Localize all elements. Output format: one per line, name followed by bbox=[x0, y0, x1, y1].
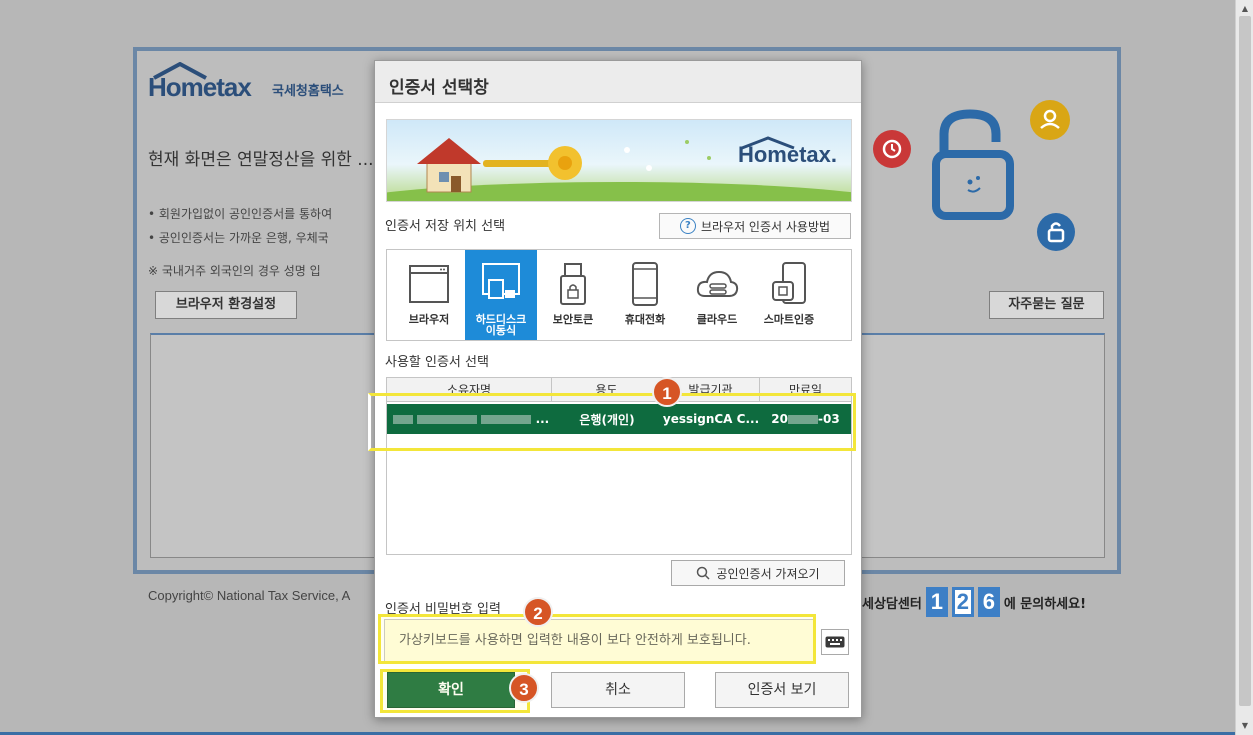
user-icon bbox=[1030, 100, 1070, 140]
storage-location-label: 인증서 저장 위치 선택 bbox=[385, 219, 506, 234]
contact-digit: 2 bbox=[951, 587, 974, 617]
cloud-icon bbox=[696, 270, 739, 297]
background-headline: 현재 화면은 연말정산을 위한 ... bbox=[148, 150, 374, 170]
view-certificate-button[interactable]: 인증서 보기 bbox=[715, 672, 849, 708]
magnifier-icon bbox=[697, 566, 710, 580]
import-certificate-button[interactable]: 공인인증서 가져오기 bbox=[671, 560, 845, 586]
smart-auth-icon bbox=[772, 262, 806, 304]
security-token-icon bbox=[560, 263, 586, 305]
contact-digit: 1 bbox=[925, 587, 948, 617]
storage-option-cloud[interactable]: 클라우드 bbox=[681, 250, 753, 340]
dialog-title: 인증서 선택창 bbox=[375, 61, 861, 103]
storage-option-label: 하드디스크 이동식 bbox=[475, 313, 527, 337]
step-badge-2: 2 bbox=[523, 597, 553, 627]
highlight-certificate-row bbox=[368, 393, 856, 451]
contact-digit: 6 bbox=[977, 587, 1000, 617]
copyright-text: Copyright© National Tax Service, A bbox=[148, 588, 351, 603]
storage-option-label: 클라우드 bbox=[696, 313, 738, 326]
storage-option-security-token[interactable]: 보안토큰 bbox=[537, 250, 609, 340]
highlight-confirm-button bbox=[380, 669, 530, 713]
import-button-label: 공인인증서 가져오기 bbox=[716, 566, 820, 581]
browser-cert-guide-button[interactable]: ? 브라우저 인증서 사용방법 bbox=[659, 213, 851, 239]
step-badge-1: 1 bbox=[652, 377, 682, 407]
background-bullet: • 공인인증서는 가까운 은행, 우체국 bbox=[148, 231, 329, 245]
storage-option-browser[interactable]: 브라우저 bbox=[393, 250, 465, 340]
browser-icon bbox=[409, 265, 449, 303]
storage-option-label: 스마트인증 bbox=[763, 313, 815, 326]
unlocked-padlock-icon bbox=[932, 108, 1014, 220]
guide-button-label: 브라우저 인증서 사용방법 bbox=[700, 219, 831, 234]
keyboard-icon bbox=[825, 636, 845, 648]
storage-location-selector: 브라우저 하드디스크 이동식 보안토큰 휴대전화 클라우드 스마트인증 bbox=[386, 249, 852, 341]
scrollbar-thumb[interactable] bbox=[1239, 16, 1251, 706]
mobile-phone-icon bbox=[632, 262, 658, 306]
storage-option-label: 보안토큰 bbox=[552, 313, 594, 326]
background-bullet: • 회원가입없이 공인인증서를 통하여 bbox=[148, 207, 333, 221]
contact-suffix: 에 문의하세요! bbox=[1003, 596, 1087, 612]
hometax-logo: Hometax 국세청홈택스 bbox=[148, 62, 388, 106]
logo-wordmark: Hometax bbox=[148, 72, 252, 102]
clock-icon bbox=[873, 130, 911, 168]
highlight-password-input bbox=[378, 614, 816, 664]
step-badge-3: 3 bbox=[509, 673, 539, 703]
banner-logo: Hometax. bbox=[738, 136, 837, 168]
storage-option-mobile[interactable]: 휴대전화 bbox=[609, 250, 681, 340]
usb-drive-icon bbox=[482, 263, 520, 299]
contact-prefix: 세상담센터 bbox=[862, 596, 922, 612]
contact-center: 세상담센터 1 2 6 에 문의하세요! bbox=[862, 587, 1086, 617]
storage-option-label: 브라우저 bbox=[408, 313, 450, 326]
vertical-scrollbar[interactable]: ▲ ▼ bbox=[1235, 0, 1253, 735]
virtual-keyboard-button[interactable] bbox=[821, 629, 849, 655]
storage-option-smart-auth[interactable]: 스마트인증 bbox=[753, 250, 825, 340]
scroll-up-arrow-icon[interactable]: ▲ bbox=[1236, 2, 1253, 16]
browser-settings-button[interactable]: 브라우저 환경설정 bbox=[155, 291, 297, 319]
cancel-button[interactable]: 취소 bbox=[551, 672, 685, 708]
question-icon: ? bbox=[679, 218, 696, 234]
cert-select-label: 사용할 인증서 선택 bbox=[385, 355, 489, 370]
faq-button[interactable]: 자주묻는 질문 bbox=[989, 291, 1104, 319]
storage-option-label: 휴대전화 bbox=[624, 313, 666, 326]
hometax-banner: Hometax. bbox=[386, 119, 852, 202]
storage-option-harddisk[interactable]: 하드디스크 이동식 bbox=[465, 250, 537, 340]
background-note: ※ 국내거주 외국인의 경우 성명 입 bbox=[148, 264, 321, 278]
logo-subtitle: 국세청홈택스 bbox=[272, 84, 344, 99]
scroll-down-arrow-icon[interactable]: ▼ bbox=[1236, 719, 1253, 733]
lock-small-icon bbox=[1037, 213, 1075, 251]
